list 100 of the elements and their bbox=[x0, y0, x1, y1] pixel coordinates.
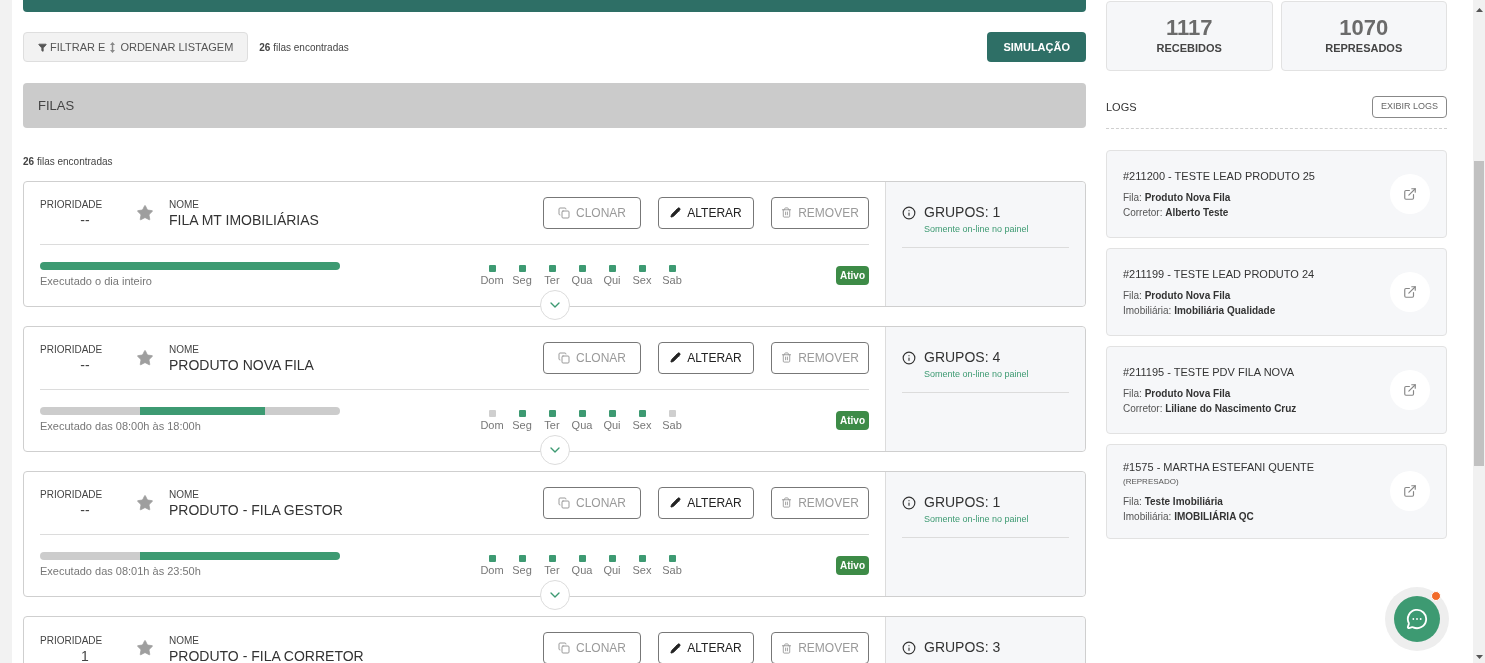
edit-button[interactable]: ALTERAR bbox=[658, 341, 754, 374]
stat-value: 1070 bbox=[1339, 15, 1389, 40]
queue-name: PRODUTO - FILA CORRETOR bbox=[169, 647, 364, 663]
day-label: Seg bbox=[512, 417, 532, 433]
open-link-button[interactable] bbox=[1390, 370, 1430, 410]
day-label: Sex bbox=[632, 562, 652, 578]
expand-button[interactable] bbox=[540, 290, 570, 320]
groups-count: GRUPOS: 1 bbox=[924, 203, 1001, 222]
status-badge: Ativo bbox=[836, 410, 869, 430]
log-title: #211195 - TESTE PDV FILA NOVA bbox=[1123, 364, 1295, 380]
scroll-down-icon[interactable] bbox=[1475, 655, 1483, 659]
day-label: Ter bbox=[544, 417, 560, 433]
star-icon[interactable] bbox=[136, 493, 154, 512]
edit-button[interactable]: ALTERAR bbox=[658, 196, 754, 229]
day-label: Qua bbox=[571, 272, 593, 288]
queue-count: 26 filas encontradas bbox=[259, 40, 349, 55]
name-label: NOME bbox=[169, 343, 200, 358]
day-label: Dom bbox=[480, 417, 504, 433]
chat-button[interactable] bbox=[1394, 596, 1440, 642]
info-icon bbox=[902, 495, 916, 510]
log-field: Imobiliária: IMOBILIÁRIA QC bbox=[1123, 508, 1390, 524]
logs-title: LOGS bbox=[1106, 99, 1137, 115]
section-title: FILAS bbox=[38, 96, 75, 115]
name-label: NOME bbox=[169, 488, 200, 503]
day-label: Seg bbox=[512, 562, 532, 578]
external-link-icon bbox=[1403, 484, 1417, 499]
stat-label: RECEBIDOS bbox=[1156, 40, 1222, 56]
log-title: #211200 - TESTE LEAD PRODUTO 25 bbox=[1123, 168, 1316, 184]
external-link-icon bbox=[1403, 285, 1417, 299]
day-label: Seg bbox=[512, 272, 532, 288]
queue-count: 26 filas encontradas bbox=[23, 155, 114, 169]
day-label: Sab bbox=[662, 272, 682, 288]
day-label: Ter bbox=[544, 272, 560, 288]
log-field: Imobiliária: Imobiliária Qualidade bbox=[1123, 303, 1390, 319]
edit-button[interactable]: ALTERAR bbox=[658, 486, 754, 519]
show-logs-button[interactable]: EXIBIR LOGS bbox=[1371, 96, 1447, 118]
day-label: Sex bbox=[632, 272, 652, 288]
groups-count: GRUPOS: 1 bbox=[924, 493, 1001, 512]
priority-value: -- bbox=[80, 357, 90, 374]
pencil-icon bbox=[670, 497, 682, 509]
edit-button[interactable]: ALTERAR bbox=[658, 632, 754, 663]
copy-icon bbox=[558, 351, 570, 364]
queue-name: FILA MT IMOBILIÁRIAS bbox=[169, 212, 319, 229]
priority-label: PRIORIDADE bbox=[40, 343, 103, 358]
trash-icon bbox=[781, 207, 793, 219]
log-subtitle: (REPRESADO) bbox=[1123, 475, 1180, 488]
day-label: Dom bbox=[480, 562, 504, 578]
info-icon bbox=[902, 350, 916, 365]
external-link-icon bbox=[1403, 383, 1417, 397]
day-label: Qui bbox=[603, 417, 621, 433]
day-label: Dom bbox=[480, 272, 504, 288]
open-link-button[interactable] bbox=[1390, 174, 1430, 214]
pencil-icon bbox=[670, 352, 682, 364]
day-label: Qui bbox=[603, 272, 621, 288]
schedule-text: Executado das 08:00h às 18:00h bbox=[40, 418, 202, 434]
scrollbar-thumb[interactable] bbox=[1474, 161, 1484, 466]
name-label: NOME bbox=[169, 198, 200, 213]
star-icon[interactable] bbox=[136, 203, 154, 222]
log-field: Fila: Produto Nova Fila bbox=[1123, 386, 1390, 402]
open-link-button[interactable] bbox=[1390, 272, 1430, 312]
open-link-button[interactable] bbox=[1390, 471, 1430, 512]
schedule-text: Executado das 08:01h às 23:50h bbox=[40, 563, 202, 579]
queue-name: PRODUTO NOVA FILA bbox=[169, 357, 314, 374]
groups-note: Somente on-line no painel bbox=[924, 223, 1030, 236]
trash-icon bbox=[781, 642, 793, 654]
filter-icon bbox=[38, 42, 47, 52]
day-label: Sex bbox=[632, 417, 652, 433]
pencil-icon bbox=[670, 207, 682, 219]
priority-label: PRIORIDADE bbox=[40, 488, 103, 503]
log-field: Corretor: Liliane do Nascimento Cruz bbox=[1123, 401, 1390, 417]
priority-label: PRIORIDADE bbox=[40, 633, 103, 648]
log-title: #211199 - TESTE LEAD PRODUTO 24 bbox=[1123, 266, 1316, 282]
external-link-icon bbox=[1403, 187, 1417, 201]
filter-sort-button[interactable]: FILTRAR E ORDENAR LISTAGEM bbox=[23, 32, 249, 62]
copy-icon bbox=[558, 642, 570, 654]
log-field: Fila: Teste Imobiliária bbox=[1123, 493, 1390, 509]
log-field: Fila: Produto Nova Fila bbox=[1123, 190, 1390, 206]
stat-label: REPRESADOS bbox=[1325, 40, 1403, 56]
copy-icon bbox=[558, 206, 570, 219]
trash-icon bbox=[781, 352, 793, 364]
scroll-up-icon[interactable] bbox=[1475, 8, 1483, 12]
status-badge: Ativo bbox=[836, 265, 869, 285]
status-badge: Ativo bbox=[836, 555, 869, 575]
name-label: NOME bbox=[169, 633, 200, 648]
star-icon[interactable] bbox=[136, 348, 154, 367]
day-label: Qua bbox=[571, 417, 593, 433]
trash-icon bbox=[781, 497, 793, 509]
info-icon bbox=[902, 205, 916, 220]
priority-label: PRIORIDADE bbox=[40, 198, 103, 213]
day-label: Sab bbox=[662, 562, 682, 578]
priority-value: 1 bbox=[81, 647, 89, 663]
chat-icon bbox=[1406, 608, 1428, 630]
expand-button[interactable] bbox=[540, 435, 570, 465]
day-label: Qua bbox=[571, 562, 593, 578]
priority-value: -- bbox=[80, 502, 90, 519]
stat-value: 1117 bbox=[1166, 15, 1213, 40]
schedule-text: Executado o dia inteiro bbox=[40, 273, 153, 289]
expand-button[interactable] bbox=[540, 580, 570, 610]
star-icon[interactable] bbox=[136, 639, 154, 657]
simulation-button[interactable]: SIMULAÇÃO bbox=[987, 32, 1086, 62]
